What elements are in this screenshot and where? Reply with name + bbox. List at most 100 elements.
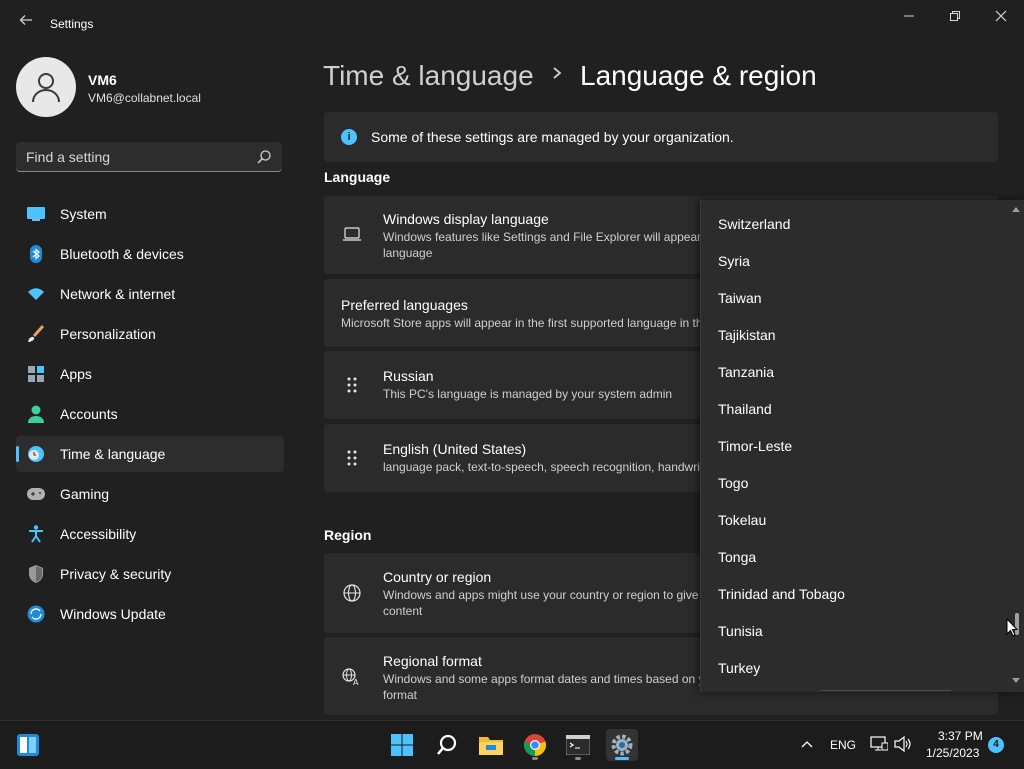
search-icon	[256, 149, 272, 165]
sidebar-item-label: Personalization	[60, 326, 156, 342]
dropdown-option[interactable]: Taiwan	[718, 290, 762, 306]
card-desc: Windows and apps might use your country …	[383, 588, 750, 602]
sidebar-item-label: Apps	[60, 366, 92, 382]
section-heading-region: Region	[324, 527, 372, 543]
card-desc: Microsoft Store apps will appear in the …	[341, 316, 730, 330]
sidebar-item-windows-update[interactable]: Windows Update	[16, 596, 284, 632]
update-icon	[27, 605, 45, 623]
brush-icon	[27, 325, 45, 343]
card-desc: language pack, text-to-speech, speech re…	[383, 460, 720, 474]
scroll-down-arrow-icon[interactable]	[1011, 676, 1021, 686]
sidebar-item-apps[interactable]: Apps	[16, 356, 284, 392]
input-language-indicator[interactable]: ENG	[830, 738, 856, 752]
card-desc: content	[383, 604, 423, 618]
sidebar-item-label: Privacy & security	[60, 566, 172, 582]
drag-handle-icon[interactable]	[342, 448, 362, 468]
dropdown-option[interactable]: Tanzania	[718, 364, 774, 380]
bluetooth-icon	[27, 245, 45, 263]
drag-handle-icon[interactable]	[342, 375, 362, 395]
dropdown-option[interactable]: Tajikistan	[718, 327, 776, 343]
dropdown-option[interactable]: Switzerland	[718, 216, 790, 232]
file-explorer-icon[interactable]	[475, 729, 507, 761]
avatar[interactable]	[16, 57, 76, 117]
sidebar-item-privacy[interactable]: Privacy & security	[16, 556, 284, 592]
sidebar-item-label: Accounts	[60, 406, 118, 422]
sidebar-item-label: Bluetooth & devices	[60, 246, 184, 262]
running-indicator	[532, 757, 538, 760]
sidebar-item-accounts[interactable]: Accounts	[16, 396, 284, 432]
breadcrumb-chevron-icon	[552, 62, 564, 90]
person-icon	[27, 405, 45, 423]
page-title: Language & region	[580, 60, 817, 91]
breadcrumb-parent[interactable]: Time & language	[323, 60, 534, 92]
dropdown-option[interactable]: Timor-Leste	[718, 438, 792, 454]
chevron-up-icon[interactable]	[800, 737, 816, 753]
sidebar-item-network[interactable]: Network & internet	[16, 276, 284, 312]
notification-badge[interactable]: 4	[988, 737, 1004, 753]
regional-format-icon: A	[342, 667, 362, 687]
sidebar-item-label: Windows Update	[60, 606, 166, 622]
search-input[interactable]: Find a setting	[16, 142, 282, 172]
shield-icon	[27, 565, 45, 583]
dropdown-option[interactable]: Syria	[718, 253, 750, 269]
info-icon: i	[341, 129, 357, 145]
settings-icon[interactable]	[606, 729, 638, 761]
sidebar-item-bluetooth[interactable]: Bluetooth & devices	[16, 236, 284, 272]
accessibility-icon	[27, 525, 45, 543]
dropdown-option[interactable]: Thailand	[718, 401, 772, 417]
dropdown-option[interactable]: Turkey	[718, 660, 760, 676]
dropdown-option[interactable]: Trinidad and Tobago	[718, 586, 845, 602]
user-icon	[32, 73, 60, 103]
sidebar-item-gaming[interactable]: Gaming	[16, 476, 284, 512]
system-icon	[27, 205, 45, 223]
sidebar-item-system[interactable]: System	[16, 196, 284, 232]
managed-info-bar: i Some of these settings are managed by …	[324, 112, 998, 162]
active-indicator	[16, 446, 19, 462]
svg-text:A: A	[353, 678, 359, 686]
dropdown-option[interactable]: Togo	[718, 475, 748, 491]
card-title: English (United States)	[383, 441, 527, 457]
section-heading-language: Language	[324, 169, 391, 185]
terminal-icon[interactable]	[562, 729, 594, 761]
card-title: Regional format	[383, 653, 482, 669]
app-title: Settings	[50, 17, 94, 31]
sidebar-item-label: Time & language	[60, 446, 166, 462]
scroll-up-arrow-icon[interactable]	[1011, 204, 1021, 214]
volume-icon[interactable]	[894, 735, 912, 754]
globe-icon	[342, 583, 362, 603]
card-desc: This PC's language is managed by your sy…	[383, 387, 673, 401]
search-placeholder: Find a setting	[26, 149, 111, 165]
sidebar-item-accessibility[interactable]: Accessibility	[16, 516, 284, 552]
minimize-button[interactable]	[886, 0, 932, 32]
card-desc: Windows features like Settings and File …	[383, 230, 736, 244]
divider	[821, 690, 951, 691]
dropdown-option[interactable]: Tonga	[718, 549, 756, 565]
card-title: Windows display language	[383, 211, 549, 227]
title-bar: Settings	[0, 0, 1024, 48]
country-dropdown-list[interactable]: Switzerland Syria Taiwan Tajikistan Tanz…	[700, 200, 1024, 692]
clock-date[interactable]: 1/25/2023	[926, 746, 979, 760]
user-email: VM6@collabnet.local	[88, 91, 201, 105]
clock-time[interactable]: 3:37 PM	[938, 729, 983, 743]
running-indicator	[575, 757, 581, 760]
sidebar-item-personalization[interactable]: Personalization	[16, 316, 284, 352]
restore-button[interactable]	[932, 0, 978, 32]
close-button[interactable]	[978, 0, 1024, 32]
sidebar-item-label: Accessibility	[60, 526, 137, 542]
sidebar-item-label: Gaming	[60, 486, 110, 502]
dropdown-option[interactable]: Tunisia	[718, 623, 763, 639]
dropdown-option[interactable]: Tokelau	[718, 512, 766, 528]
card-title: Country or region	[383, 569, 492, 585]
back-arrow-icon[interactable]	[16, 12, 36, 32]
taskbar: ENG 3:37 PM 1/25/2023 4	[0, 720, 1024, 769]
info-text: Some of these settings are managed by yo…	[371, 129, 734, 145]
network-status-icon[interactable]	[870, 736, 889, 754]
search-icon[interactable]	[431, 729, 463, 761]
clock-globe-icon	[27, 445, 45, 463]
sidebar-item-label: System	[60, 206, 107, 222]
active-indicator	[615, 757, 629, 760]
sidebar-item-time-language[interactable]: Time & language	[16, 436, 284, 472]
widgets-icon[interactable]	[12, 729, 44, 761]
start-icon[interactable]	[386, 729, 418, 761]
chrome-icon[interactable]	[519, 729, 551, 761]
